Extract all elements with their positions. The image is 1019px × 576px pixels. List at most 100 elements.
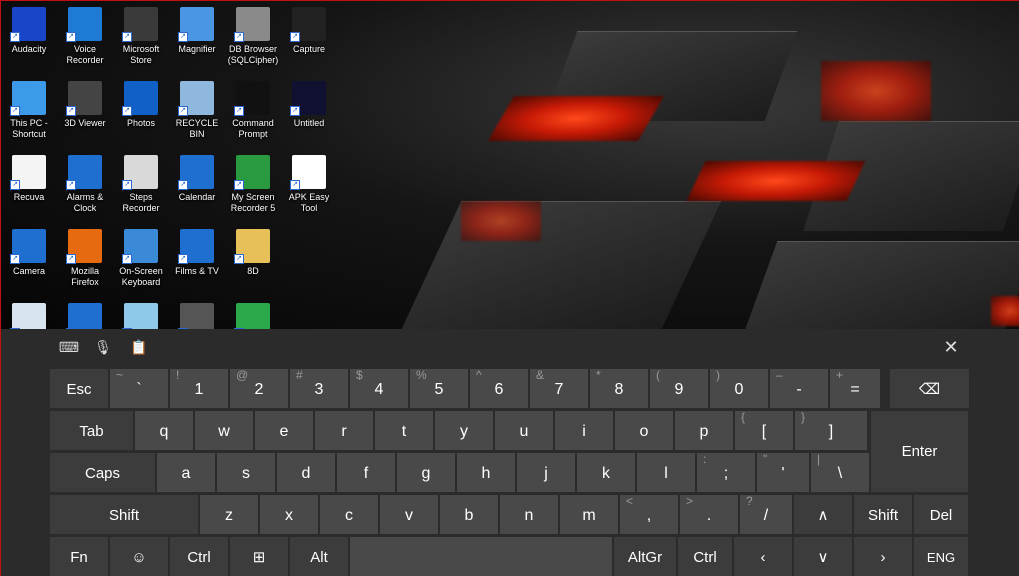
key-fn[interactable]: Fn bbox=[50, 537, 108, 576]
key-w[interactable]: w bbox=[195, 411, 253, 450]
key-2[interactable]: @2 bbox=[230, 368, 288, 408]
key-caps[interactable]: Caps bbox=[50, 453, 155, 492]
key-down-arrow[interactable]: ∨ bbox=[794, 537, 852, 576]
desktop-icon[interactable]: ↗ Calendar bbox=[169, 151, 225, 225]
key-r[interactable]: r bbox=[315, 411, 373, 450]
desktop-icon[interactable]: ↗ RECYCLE BIN bbox=[169, 77, 225, 151]
key-shift[interactable]: Shift bbox=[854, 495, 912, 534]
key-windows[interactable]: ⊞ bbox=[230, 537, 288, 576]
desktop-icon[interactable]: ↗ Command Prompt bbox=[225, 77, 281, 151]
desktop-icon[interactable]: ↗ Recuva bbox=[1, 151, 57, 225]
desktop-icon[interactable]: ↗ Steps Recorder bbox=[113, 151, 169, 225]
desktop-icon[interactable]: ↗ Alarms & Clock bbox=[57, 151, 113, 225]
key-h[interactable]: h bbox=[457, 453, 515, 492]
desktop-icon[interactable]: ↗ Audacity bbox=[1, 3, 57, 77]
key-m[interactable]: m bbox=[560, 495, 618, 534]
key-shift[interactable]: Shift bbox=[50, 495, 198, 534]
desktop-icon[interactable]: ↗ This PC - Shortcut bbox=[1, 77, 57, 151]
key-backspace[interactable]: ⌫ bbox=[890, 369, 969, 408]
desktop-icon[interactable]: ↗ Untitled bbox=[281, 77, 337, 151]
key-8[interactable]: * 8 bbox=[590, 368, 648, 408]
key-o[interactable]: o bbox=[615, 411, 673, 450]
desktop-icon[interactable]: ↗ 3D Viewer bbox=[57, 77, 113, 151]
key-s[interactable]: s bbox=[217, 453, 275, 492]
desktop-icon[interactable]: ↗ bbox=[1, 299, 57, 329]
desktop-icon[interactable]: ↗ Voice Recorder bbox=[57, 3, 113, 77]
key-tab[interactable]: Tab bbox=[50, 411, 133, 450]
key-symbol[interactable]: }] bbox=[795, 410, 867, 450]
microphone-icon[interactable]: 🎙 bbox=[92, 339, 114, 359]
key-symbol[interactable]: ~ ` bbox=[110, 368, 168, 408]
clipboard-icon[interactable]: 📋 bbox=[128, 339, 150, 359]
desktop-icon-label: Command Prompt bbox=[232, 118, 274, 139]
key-symbol[interactable]: <, bbox=[620, 494, 678, 534]
key-left-arrow[interactable]: ‹ bbox=[734, 537, 792, 576]
key-eng[interactable]: ENG bbox=[914, 537, 968, 576]
desktop-icon[interactable]: ↗ 8D bbox=[225, 225, 281, 299]
key-7[interactable]: & 7 bbox=[530, 368, 588, 408]
key-space[interactable] bbox=[350, 537, 612, 576]
key-6[interactable]: ^ 6 bbox=[470, 368, 528, 408]
key-symbol[interactable]: ? / bbox=[740, 494, 792, 534]
key-i[interactable]: i bbox=[555, 411, 613, 450]
desktop-icon[interactable]: ↗ Films & TV bbox=[169, 225, 225, 299]
desktop-icon[interactable]: ↗ My Screen Recorder 5 bbox=[225, 151, 281, 225]
key-z[interactable]: z bbox=[200, 495, 258, 534]
desktop-icon[interactable]: ↗ Capture bbox=[281, 3, 337, 77]
key-4[interactable]: $4 bbox=[350, 368, 408, 408]
desktop-icon[interactable]: ↗ Mozilla Firefox bbox=[57, 225, 113, 299]
key-c[interactable]: c bbox=[320, 495, 378, 534]
key-label: 8 bbox=[614, 381, 624, 398]
desktop-icon[interactable]: ↗ Microsoft Store bbox=[113, 3, 169, 77]
key-x[interactable]: x bbox=[260, 495, 318, 534]
key-ctrl[interactable]: Ctrl bbox=[678, 537, 732, 576]
key-q[interactable]: q bbox=[135, 411, 193, 450]
key-0[interactable]: ) 0 bbox=[710, 368, 768, 408]
key-j[interactable]: j bbox=[517, 453, 575, 492]
desktop-icon[interactable]: ↗ DB Browser (SQLCipher) bbox=[225, 3, 281, 77]
desktop-icon[interactable]: ↗ bbox=[57, 299, 113, 329]
key-5[interactable]: % 5 bbox=[410, 368, 468, 408]
key-symbol[interactable]: + = bbox=[830, 368, 880, 408]
key-g[interactable]: g bbox=[397, 453, 455, 492]
key-ctrl[interactable]: Ctrl bbox=[170, 537, 228, 576]
key-up-arrow[interactable]: ∧ bbox=[794, 495, 852, 534]
key-symbol[interactable]: – - bbox=[770, 368, 828, 408]
key-d[interactable]: d bbox=[277, 453, 335, 492]
desktop-icon[interactable]: ↗ bbox=[225, 299, 281, 329]
desktop-icon[interactable]: ↗ bbox=[113, 299, 169, 329]
key-altgr[interactable]: AltGr bbox=[614, 537, 676, 576]
desktop-icon[interactable]: ↗ On-Screen Keyboard bbox=[113, 225, 169, 299]
desktop-icon[interactable]: ↗ Camera bbox=[1, 225, 57, 299]
key-f[interactable]: f bbox=[337, 453, 395, 492]
desktop-icon[interactable]: ↗ APK Easy Tool bbox=[281, 151, 337, 225]
close-icon[interactable]: ✕ bbox=[940, 337, 962, 357]
key-n[interactable]: n bbox=[500, 495, 558, 534]
key-emoji[interactable]: ☺ bbox=[110, 537, 168, 576]
key-alt[interactable]: Alt bbox=[290, 537, 348, 576]
key-symbol[interactable]: >. bbox=[680, 494, 738, 534]
key-v[interactable]: v bbox=[380, 495, 438, 534]
key-e[interactable]: e bbox=[255, 411, 313, 450]
key-label: m bbox=[582, 507, 596, 524]
key-symbol[interactable]: | \ bbox=[811, 452, 869, 492]
key-symbol[interactable]: " ' bbox=[757, 452, 809, 492]
key-u[interactable]: u bbox=[495, 411, 553, 450]
key-3[interactable]: #3 bbox=[290, 368, 348, 408]
key-enter[interactable]: Enter bbox=[871, 411, 968, 492]
keyboard-settings-icon[interactable]: ⌨ bbox=[58, 339, 80, 359]
key-b[interactable]: b bbox=[440, 495, 498, 534]
desktop-icon[interactable]: ↗ bbox=[169, 299, 225, 329]
key-a[interactable]: a bbox=[157, 453, 215, 492]
shortcut-arrow-icon: ↗ bbox=[122, 180, 132, 190]
key-esc[interactable]: Esc bbox=[50, 369, 108, 408]
desktop-icon[interactable]: ↗ Photos bbox=[113, 77, 169, 151]
key-9[interactable]: (9 bbox=[650, 368, 708, 408]
key-1[interactable]: ! 1 bbox=[170, 368, 228, 408]
desktop-icon[interactable]: ↗ Magnifier bbox=[169, 3, 225, 77]
key-y[interactable]: y bbox=[435, 411, 493, 450]
key-t[interactable]: t bbox=[375, 411, 433, 450]
key-right-arrow[interactable]: › bbox=[854, 537, 912, 576]
key-del[interactable]: Del bbox=[914, 495, 968, 534]
key-secondary-label: * bbox=[596, 368, 601, 382]
